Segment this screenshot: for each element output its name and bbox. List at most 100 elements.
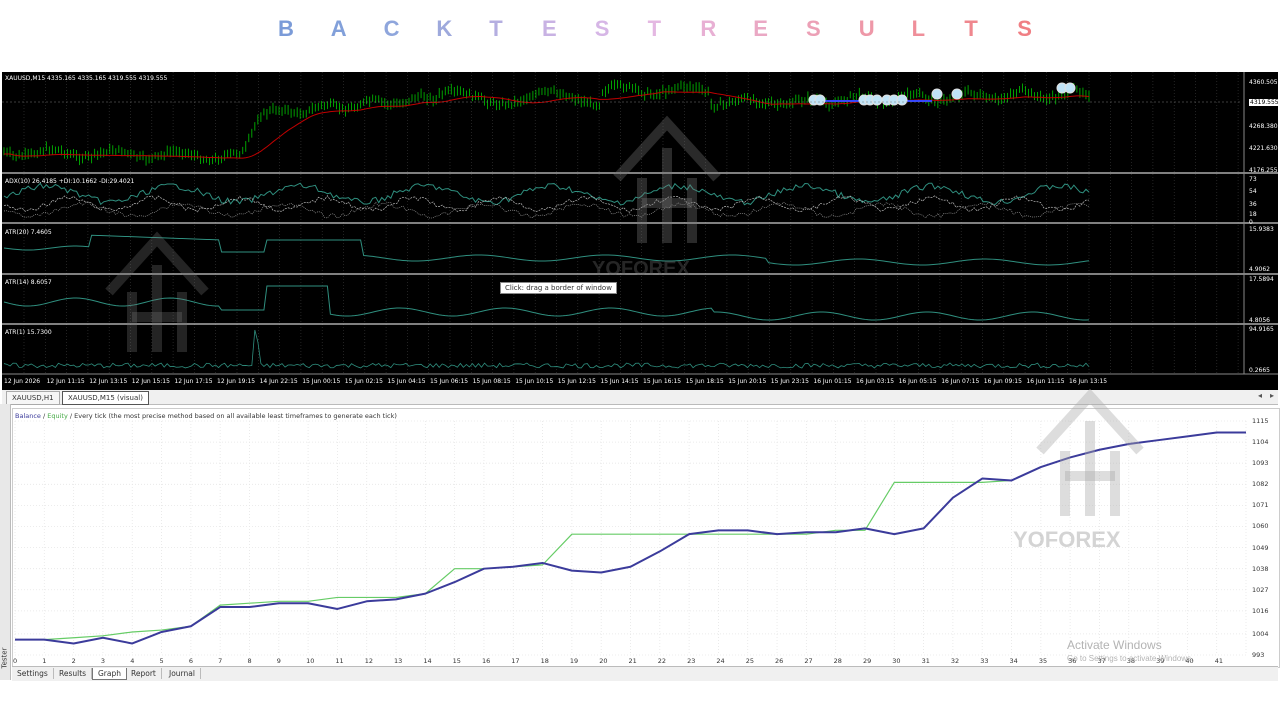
legend-description: / Every tick (the most precise method ba… <box>67 412 397 420</box>
graph-x-tick: 14 <box>423 657 432 665</box>
trade-marker <box>871 94 883 106</box>
trade-marker <box>931 88 943 100</box>
adx-main-line <box>3 182 1090 206</box>
title-letter: S <box>1017 16 1032 41</box>
time-axis-label: 15 Jun 10:15 <box>515 378 554 385</box>
time-axis-label: 16 Jun 07:15 <box>941 378 980 385</box>
time-axis-label: 15 Jun 08:15 <box>472 378 511 385</box>
tab-xauusd-m15-visual[interactable]: XAUUSD,M15 (visual) <box>62 391 149 405</box>
time-axis-label: 16 Jun 01:15 <box>813 378 852 385</box>
title-letter: S <box>594 16 610 41</box>
graph-x-tick: 30 <box>892 657 901 665</box>
price-scale-label: 4360.505 <box>1249 79 1278 86</box>
price-scale-label: 4268.380 <box>1249 123 1278 130</box>
title-letter: R <box>700 16 717 41</box>
graph-x-tick: 25 <box>745 657 755 665</box>
adx-minus-di-line <box>3 201 1090 219</box>
title-letter: T <box>964 16 978 41</box>
time-axis-label: 15 Jun 16:15 <box>643 378 682 385</box>
tester-sidebar: Tester <box>0 404 11 680</box>
trade-marker <box>951 88 963 100</box>
graph-x-tick: 21 <box>628 657 637 665</box>
graph-x-tick: 8 <box>247 657 252 665</box>
tab-settings[interactable]: Settings <box>12 668 54 679</box>
tab-results[interactable]: Results <box>54 668 93 679</box>
graph-x-tick: 27 <box>804 657 813 665</box>
time-axis-label: 15 Jun 00:15 <box>302 378 341 385</box>
atr-scale-label: 15.9383 <box>1249 226 1274 233</box>
atr-scale-label: 4.9062 <box>1249 266 1270 273</box>
title-letter: S <box>806 16 821 41</box>
watermark-logo-icon-2 <box>105 231 209 352</box>
time-axis-label: 15 Jun 20:15 <box>728 378 767 385</box>
window-border-tooltip: Click: drag a border of window <box>500 282 617 294</box>
time-axis-label: 15 Jun 12:15 <box>557 378 596 385</box>
activate-windows-title: Activate Windows <box>1067 638 1162 652</box>
time-axis-label: 12 Jun 2026 <box>4 378 41 385</box>
graph-x-tick: 41 <box>1214 657 1223 665</box>
title-letter: C <box>383 16 400 41</box>
adx-scale-label: 54 <box>1249 188 1257 195</box>
time-axis-label: 16 Jun 05:15 <box>898 378 937 385</box>
title-letter: K <box>436 16 453 41</box>
tester-side-label: Tester <box>0 647 9 669</box>
scroll-right-icon[interactable]: ▸ <box>1270 391 1274 400</box>
graph-y-tick: 1004 <box>1252 629 1269 638</box>
trade-marker <box>1064 82 1076 94</box>
graph-x-tick: 2 <box>71 657 76 665</box>
title-letter: B <box>278 16 294 41</box>
graph-x-tick: 31 <box>921 657 930 665</box>
graph-y-tick: 993 <box>1252 651 1265 659</box>
graph-x-tick: 1 <box>42 657 47 665</box>
time-axis-label: 15 Jun 04:15 <box>387 378 426 385</box>
tab-graph[interactable]: Graph <box>92 668 128 680</box>
graph-x-tick: 35 <box>1038 657 1048 665</box>
graph-x-tick: 0 <box>13 657 18 665</box>
graph-y-tick: 1104 <box>1252 438 1269 447</box>
graph-y-tick: 1060 <box>1252 522 1269 531</box>
atr-scale-label: 0.2665 <box>1249 367 1270 374</box>
title-letter: L <box>911 16 926 41</box>
graph-x-tick: 26 <box>775 657 784 665</box>
graph-x-tick: 7 <box>218 657 223 665</box>
time-axis-label: 12 Jun 11:15 <box>46 378 85 385</box>
graph-x-tick: 15 <box>452 657 461 665</box>
graph-x-tick: 23 <box>687 657 696 665</box>
adx-scale-label: 36 <box>1249 201 1257 208</box>
graph-y-tick: 1049 <box>1252 543 1269 552</box>
adx-label: ADX(10) 26.4185 +DI:10.1662 -DI:29.4021 <box>5 178 135 185</box>
legend-balance: Balance <box>15 412 41 420</box>
trade-marker <box>814 94 826 106</box>
graph-x-tick: 22 <box>657 657 667 665</box>
price-chart-window[interactable]: XAUUSD,M15 4335.165 4335.165 4319.555 43… <box>2 72 1280 390</box>
graph-legend: Balance / Equity / Every tick (the most … <box>15 412 397 420</box>
graph-y-tick: 1082 <box>1252 480 1269 489</box>
graph-x-tick: 5 <box>159 657 164 665</box>
price-scale-label: 4221.630 <box>1249 145 1278 152</box>
atr-scale-label: 4.8056 <box>1249 317 1270 324</box>
graph-y-tick: 1016 <box>1252 606 1269 615</box>
balance-graph[interactable]: Balance / Equity / Every tick (the most … <box>12 388 1280 668</box>
time-axis-label: 12 Jun 13:15 <box>89 378 128 385</box>
scroll-left-icon[interactable]: ◂ <box>1258 391 1262 400</box>
watermark-text: YOFOREX <box>592 258 690 280</box>
graph-y-tick: 1093 <box>1252 459 1269 468</box>
tab-report[interactable]: Report <box>126 668 162 679</box>
time-axis-label: 15 Jun 14:15 <box>600 378 639 385</box>
time-axis-label: 15 Jun 18:15 <box>685 378 724 385</box>
time-axis-label: 14 Jun 22:15 <box>259 378 298 385</box>
graph-x-tick: 19 <box>569 657 579 665</box>
graph-x-tick: 6 <box>188 657 193 665</box>
time-axis-label: 15 Jun 23:15 <box>770 378 809 385</box>
title-letter: E <box>753 16 768 41</box>
price-scale-label: 4319.555 <box>1249 99 1280 106</box>
time-axis-label: 15 Jun 06:15 <box>430 378 469 385</box>
graph-x-tick: 34 <box>1009 657 1018 665</box>
graph-x-tick: 24 <box>716 657 725 665</box>
tab-xauusd-h1[interactable]: XAUUSD,H1 <box>6 391 60 405</box>
tab-journal[interactable]: Journal <box>164 668 201 679</box>
graph-y-tick: 1071 <box>1252 501 1269 510</box>
atr14-label: ATR(14) 8.6057 <box>5 279 52 286</box>
graph-y-tick: 1027 <box>1252 585 1269 594</box>
page-title: BACKTESTRESULTS <box>0 16 1280 50</box>
